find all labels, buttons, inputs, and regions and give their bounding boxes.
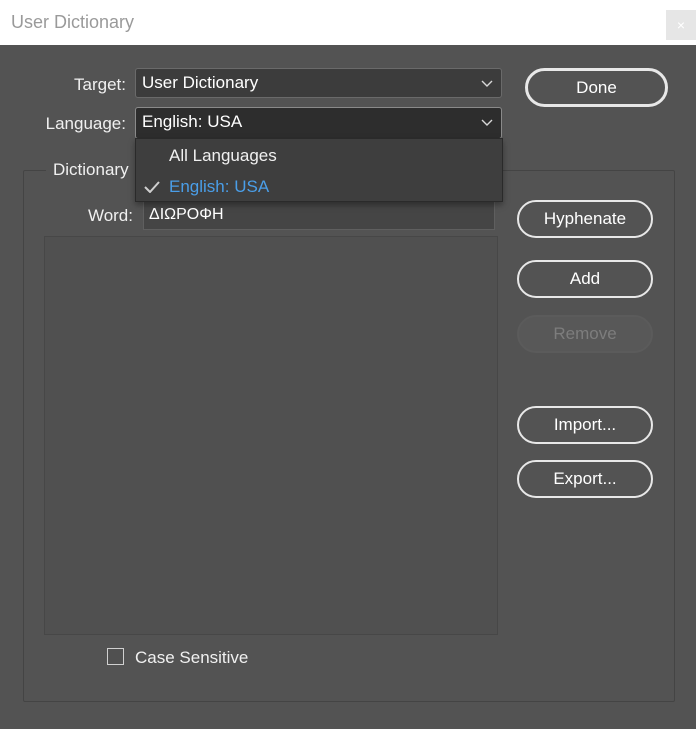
add-button[interactable]: Add xyxy=(517,260,653,298)
case-sensitive-label: Case Sensitive xyxy=(135,648,249,667)
target-select[interactable]: User Dictionary xyxy=(135,68,502,98)
word-label: Word: xyxy=(87,206,133,225)
chevron-down-icon xyxy=(481,80,493,87)
chevron-down-icon xyxy=(481,119,493,126)
dropdown-item-label: English: USA xyxy=(169,177,270,196)
word-list[interactable] xyxy=(44,236,498,635)
close-icon[interactable]: × xyxy=(666,10,696,40)
done-button[interactable]: Done xyxy=(525,68,668,107)
dropdown-item-english-usa[interactable]: English: USA xyxy=(136,172,502,202)
window-title: User Dictionary xyxy=(11,12,135,32)
export-button[interactable]: Export... xyxy=(517,460,653,498)
language-label: Language: xyxy=(45,114,126,133)
dropdown-item-label: All Languages xyxy=(169,146,277,165)
checkmark-icon xyxy=(144,181,160,193)
word-input[interactable]: ΔΙΩΡΟΦΗ xyxy=(143,200,495,230)
language-select[interactable]: English: USA xyxy=(135,107,502,139)
target-label: Target: xyxy=(74,75,126,94)
case-sensitive-checkbox[interactable] xyxy=(107,648,124,665)
remove-button: Remove xyxy=(517,315,653,353)
dictionary-group-title: Dictionary xyxy=(46,160,136,180)
hyphenate-button[interactable]: Hyphenate xyxy=(517,200,653,238)
title-bar: User Dictionary × xyxy=(0,0,696,45)
target-select-value: User Dictionary xyxy=(142,73,259,92)
dropdown-item-all-languages[interactable]: All Languages xyxy=(136,141,502,171)
import-button[interactable]: Import... xyxy=(517,406,653,444)
language-dropdown-menu: All Languages English: USA xyxy=(135,138,503,202)
language-select-value: English: USA xyxy=(142,112,243,131)
